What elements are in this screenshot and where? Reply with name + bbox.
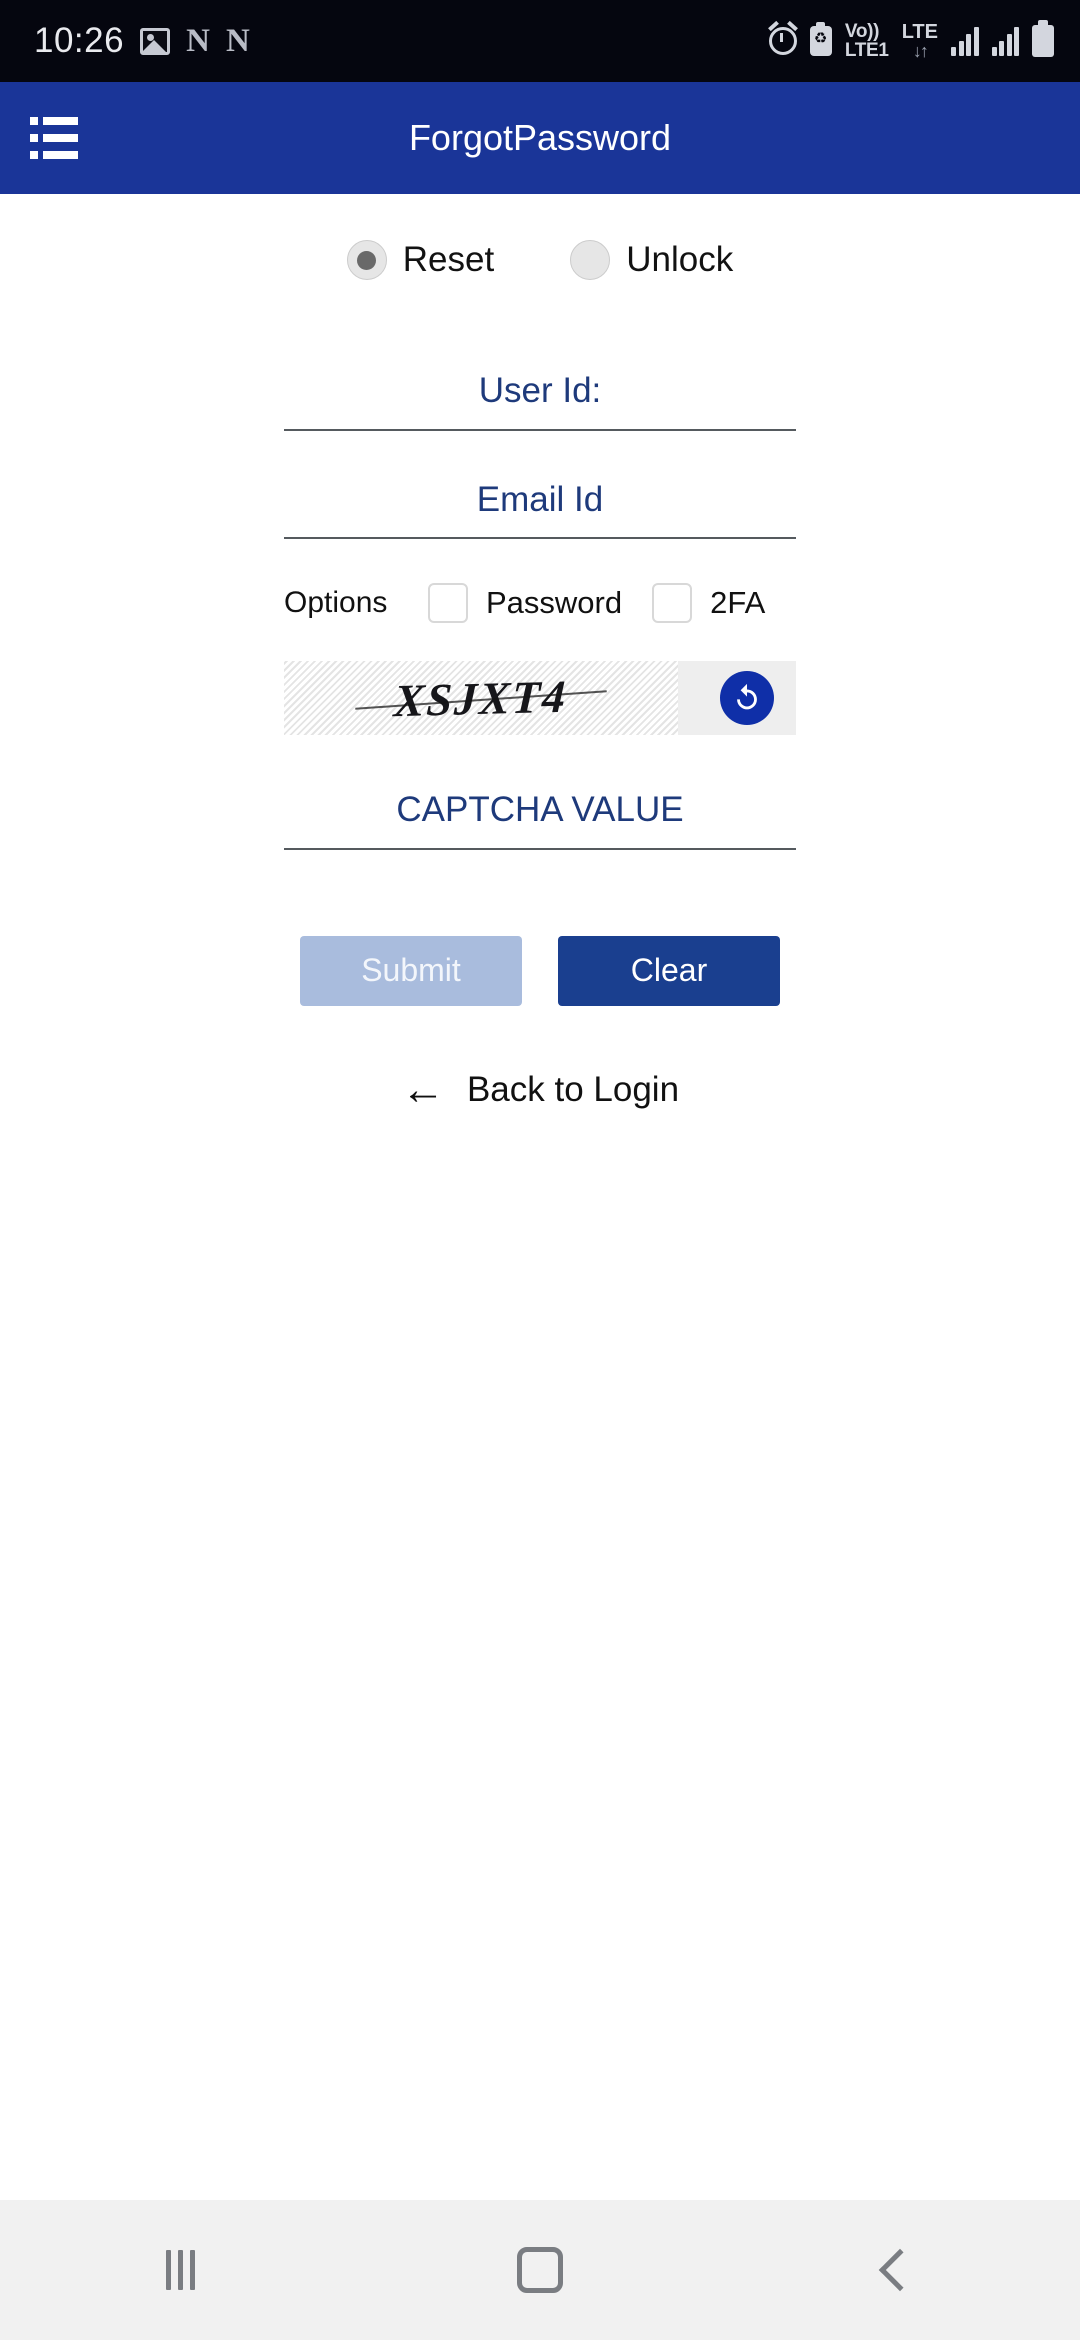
refresh-icon[interactable]: [720, 671, 774, 725]
notification-n-icon-2: N: [225, 22, 250, 59]
app-bar: ForgotPassword: [0, 82, 1080, 194]
radio-option-reset[interactable]: Reset: [346, 240, 495, 280]
captcha-image: XSJXT4: [284, 661, 678, 735]
radio-label-unlock: Unlock: [626, 240, 734, 279]
signal-sim2-icon: [991, 26, 1019, 56]
options-row: Options Password 2FA: [284, 583, 796, 623]
checkbox-2fa-label: 2FA: [710, 585, 766, 620]
status-bar: 10:26 N N ♻ Vo)) LTE1 LTE ↓↑: [0, 0, 1080, 82]
email-id-placeholder: Email Id: [476, 479, 604, 519]
list-menu-icon[interactable]: [30, 117, 78, 159]
radio-option-unlock[interactable]: Unlock: [570, 240, 733, 280]
mode-selector: Reset Unlock: [0, 240, 1080, 280]
radio-label-reset: Reset: [402, 240, 495, 279]
lte-arrows: ↓↑: [912, 41, 929, 62]
user-id-field[interactable]: User Id:: [284, 371, 796, 431]
photo-icon: [140, 27, 171, 55]
signal-sim1-icon: [951, 26, 979, 56]
submit-button[interactable]: Submit: [300, 935, 522, 1006]
checkbox-2fa[interactable]: 2FA: [652, 583, 765, 623]
checkbox-2fa-box[interactable]: [652, 583, 693, 623]
page-title: ForgotPassword: [408, 117, 672, 158]
nav-home-button[interactable]: [450, 2200, 630, 2340]
captcha-value-field[interactable]: CAPTCHA VALUE: [284, 790, 796, 850]
nav-recent-apps-button[interactable]: [90, 2200, 270, 2340]
battery-saver-icon: ♻: [809, 22, 832, 56]
volte-icon: Vo)) LTE1: [844, 20, 889, 61]
options-label: Options: [284, 586, 388, 619]
arrow-left-icon: ←: [400, 1064, 445, 1114]
status-time: 10:26: [34, 21, 125, 60]
email-id-field[interactable]: Email Id: [284, 479, 796, 539]
back-to-login-label: Back to Login: [466, 1069, 680, 1109]
android-nav-bar: [0, 2200, 1080, 2340]
radio-indicator-reset[interactable]: [346, 240, 387, 280]
notification-n-icon-1: N: [186, 22, 210, 59]
nav-back-button[interactable]: [810, 2200, 990, 2340]
status-bar-right: ♻ Vo)) LTE1 LTE ↓↑: [768, 20, 1054, 62]
back-chevron-icon: [878, 2248, 922, 2292]
radio-indicator-unlock[interactable]: [570, 240, 611, 280]
checkbox-password[interactable]: Password: [428, 583, 622, 623]
back-to-login-link[interactable]: ← Back to Login: [0, 1064, 1080, 1114]
action-buttons: Submit Clear: [0, 935, 1080, 1006]
clear-button[interactable]: Clear: [558, 935, 780, 1006]
status-bar-left: 10:26 N N: [34, 21, 250, 61]
recent-apps-icon: [165, 2250, 195, 2290]
home-icon: [517, 2247, 563, 2293]
alarm-icon: [768, 27, 797, 55]
user-id-placeholder: User Id:: [478, 371, 602, 410]
volte-line-2: LTE1: [844, 40, 889, 61]
checkbox-password-box[interactable]: [428, 583, 468, 623]
main-content: Reset Unlock User Id: Email Id Options P…: [0, 240, 1080, 2246]
lte-data-icon: LTE ↓↑: [901, 20, 938, 62]
checkbox-password-label: Password: [486, 585, 623, 620]
captcha-container: XSJXT4: [284, 661, 796, 735]
battery-icon: [1032, 20, 1054, 57]
lte-label: LTE: [901, 20, 938, 43]
volte-line-1: Vo)): [844, 20, 880, 42]
captcha-value-placeholder: CAPTCHA VALUE: [396, 790, 684, 829]
